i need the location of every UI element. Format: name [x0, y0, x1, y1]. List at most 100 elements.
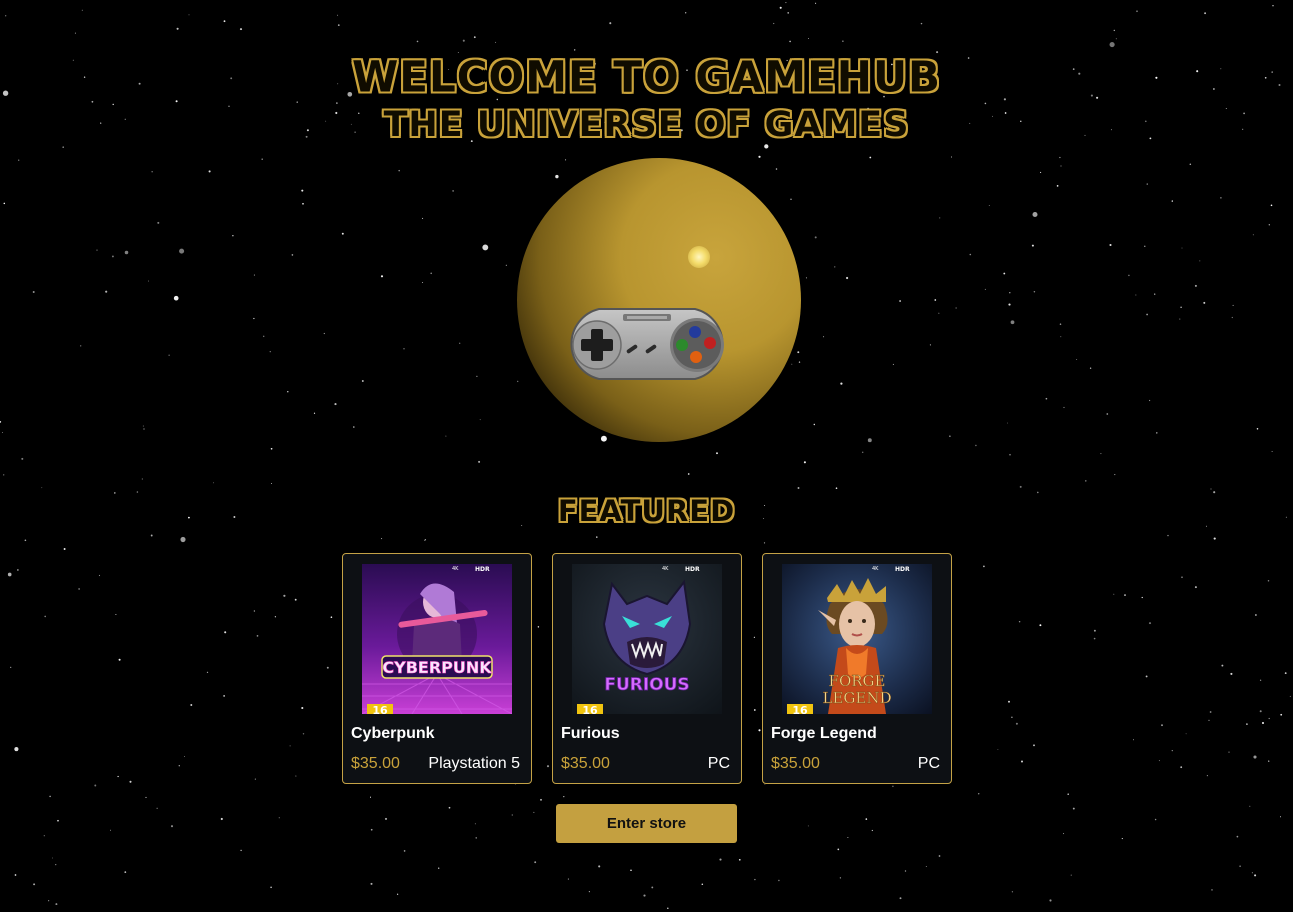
- star: [1208, 719, 1210, 722]
- star: [341, 232, 344, 235]
- star: [1059, 323, 1062, 325]
- star: [1113, 593, 1115, 595]
- star: [1009, 453, 1011, 456]
- game-card-cyberpunk[interactable]: CYBERPUNK HDR 4K 16 Cyberpunk $35.00 Pla…: [342, 553, 532, 784]
- star: [984, 288, 986, 290]
- star: [1161, 724, 1163, 727]
- star: [239, 28, 243, 31]
- game-card-furious[interactable]: FURIOUS HDR 4K 16 Furious $35.00 PC: [552, 553, 742, 784]
- star: [151, 171, 153, 173]
- star: [476, 375, 478, 378]
- planet-highlight: [688, 246, 710, 268]
- svg-text:HDR: HDR: [475, 566, 490, 573]
- star: [798, 361, 801, 363]
- star: [840, 382, 843, 385]
- star: [563, 795, 565, 798]
- star: [1009, 292, 1011, 294]
- star: [1268, 224, 1270, 226]
- star: [1251, 872, 1253, 874]
- star: [1060, 336, 1062, 338]
- star: [1072, 807, 1075, 810]
- star: [220, 817, 223, 821]
- star: [511, 814, 513, 816]
- star: [1259, 679, 1262, 681]
- star: [983, 565, 985, 568]
- star: [96, 249, 98, 251]
- star: [1204, 12, 1207, 15]
- star: [1032, 211, 1038, 218]
- star: [754, 878, 756, 881]
- star: [1067, 793, 1069, 795]
- star: [791, 363, 793, 365]
- star: [555, 174, 559, 179]
- svg-text:4K: 4K: [872, 566, 879, 572]
- star: [814, 236, 817, 239]
- star: [1239, 865, 1241, 867]
- star: [81, 9, 83, 11]
- star: [1037, 491, 1039, 494]
- star: [1033, 744, 1035, 747]
- star: [105, 290, 108, 293]
- star: [55, 863, 57, 866]
- star: [1049, 899, 1052, 902]
- star: [48, 900, 50, 902]
- star: [1031, 244, 1034, 247]
- enter-store-button[interactable]: Enter store: [556, 804, 737, 843]
- star: [111, 255, 114, 258]
- star: [1181, 247, 1183, 249]
- star: [779, 6, 782, 9]
- game-cover-furious[interactable]: FURIOUS HDR 4K 16: [572, 564, 722, 714]
- star: [540, 798, 542, 801]
- game-cover-forge-legend[interactable]: FORGE LEGEND HDR 4K 16: [782, 564, 932, 714]
- star: [478, 460, 481, 463]
- star: [899, 897, 902, 900]
- featured-games-list: CYBERPUNK HDR 4K 16 Cyberpunk $35.00 Pla…: [342, 553, 952, 784]
- star: [975, 444, 977, 447]
- star: [270, 447, 273, 450]
- star: [283, 594, 286, 597]
- game-title[interactable]: Cyberpunk: [351, 725, 435, 743]
- star: [846, 276, 849, 280]
- star: [934, 299, 937, 301]
- star: [124, 250, 129, 255]
- star: [651, 886, 654, 889]
- star: [609, 22, 612, 25]
- star: [176, 27, 179, 30]
- star: [1146, 313, 1148, 316]
- star: [1145, 675, 1148, 678]
- star: [24, 539, 27, 542]
- star: [223, 695, 225, 697]
- star: [256, 635, 259, 637]
- star: [775, 168, 778, 170]
- star: [168, 354, 170, 356]
- game-price: $35.00: [771, 755, 820, 772]
- star: [1284, 672, 1287, 675]
- star: [1011, 716, 1013, 718]
- star: [180, 536, 186, 543]
- star: [5, 15, 7, 17]
- star: [778, 879, 780, 882]
- star: [14, 874, 17, 876]
- star: [398, 169, 400, 172]
- star: [951, 156, 952, 158]
- star: [1179, 318, 1181, 320]
- star: [763, 542, 766, 544]
- star: [1262, 722, 1264, 724]
- snes-controller-icon: [570, 308, 724, 380]
- hero-subtitle: THE UNIVERSE OF GAMES: [383, 105, 910, 145]
- cover-title: FURIOUS: [604, 675, 689, 695]
- star: [787, 12, 790, 14]
- star: [1008, 700, 1010, 703]
- game-title[interactable]: Furious: [561, 725, 620, 743]
- star: [1093, 637, 1096, 640]
- game-title[interactable]: Forge Legend: [771, 725, 877, 743]
- star: [337, 14, 339, 16]
- star: [1270, 204, 1273, 207]
- star: [52, 857, 53, 859]
- game-cover-cyberpunk[interactable]: CYBERPUNK HDR 4K 16: [362, 564, 512, 714]
- star: [479, 419, 481, 421]
- star: [295, 775, 297, 777]
- game-platform: PC: [917, 755, 940, 772]
- star: [892, 363, 894, 365]
- game-card-forge-legend[interactable]: FORGE LEGEND HDR 4K 16 Forge Legend $35.…: [762, 553, 952, 784]
